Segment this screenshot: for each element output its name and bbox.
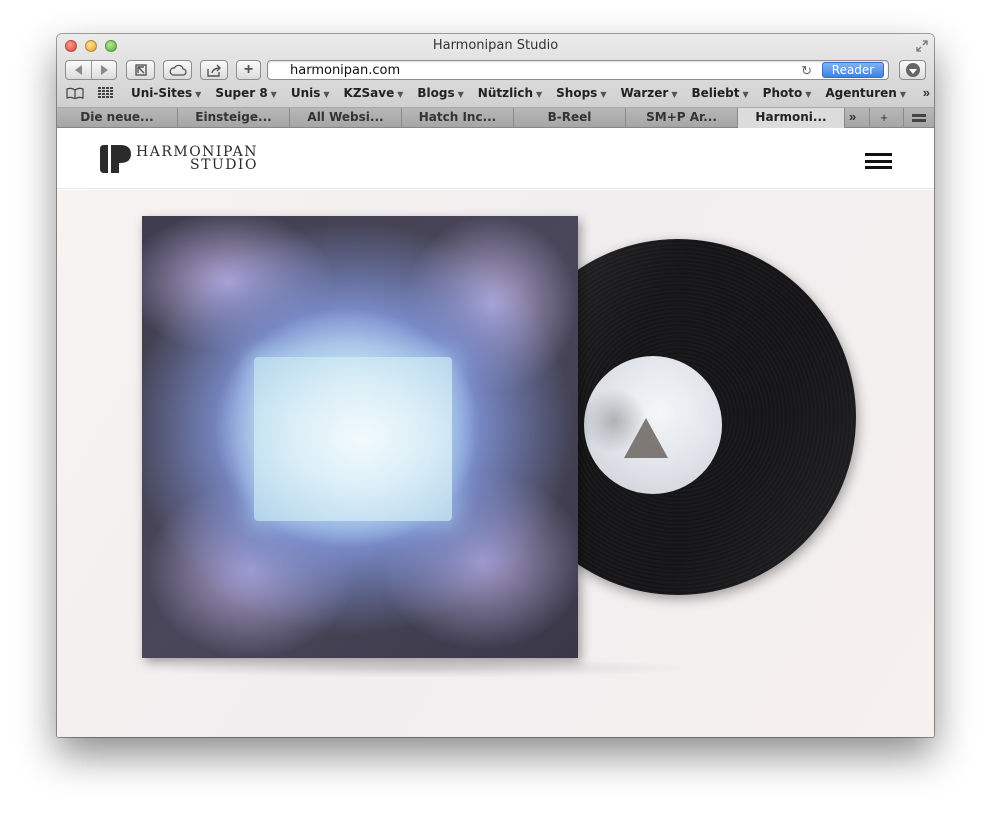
tab[interactable]: Hatch Inc... <box>402 108 514 128</box>
web-page: HARMONIPAN STUDIO <box>57 129 934 737</box>
download-icon <box>905 63 920 77</box>
hamburger-menu-icon[interactable] <box>865 153 892 169</box>
bookmark-folder[interactable]: KZSave ▼ <box>344 86 404 100</box>
logo-wordmark: HARMONIPAN STUDIO <box>136 145 258 173</box>
dropdown-caret-icon: ▼ <box>805 90 812 99</box>
icloud-tabs-button[interactable] <box>163 60 192 80</box>
fullscreen-icon[interactable] <box>916 40 928 52</box>
bookmarks-bar: Uni-Sites ▼ Super 8 ▼ Unis ▼ KZSave ▼ Blogs ▼… <box>57 84 934 104</box>
share-icon <box>207 64 221 77</box>
window-title: Harmonipan Studio <box>432 38 559 53</box>
dropdown-caret-icon: ▼ <box>600 90 607 99</box>
bookmarks-overflow-icon[interactable]: » <box>923 85 930 100</box>
tab[interactable]: SM+P Ar... <box>626 108 738 128</box>
tabs-overflow-icon[interactable]: » <box>849 109 856 124</box>
tab-active[interactable]: Harmoni... <box>738 108 845 128</box>
record-label <box>584 356 722 494</box>
hero-floor-shadow <box>137 658 697 678</box>
share-button[interactable] <box>200 60 228 80</box>
dropdown-caret-icon: ▼ <box>270 90 277 99</box>
dropdown-caret-icon: ▼ <box>397 90 404 99</box>
harmonipan-logo-icon <box>100 145 131 173</box>
show-all-bookmarks-icon[interactable] <box>98 87 114 99</box>
bookmark-folder[interactable]: Photo ▼ <box>763 86 812 100</box>
bookmark-folder[interactable]: Warzer ▼ <box>620 86 677 100</box>
new-tab-button[interactable]: + <box>236 60 261 80</box>
url-text[interactable]: harmonipan.com <box>290 63 400 78</box>
dropdown-caret-icon: ▼ <box>457 90 464 99</box>
bookmark-list: Uni-Sites ▼ Super 8 ▼ Unis ▼ KZSave ▼ Blogs ▼… <box>131 86 920 100</box>
bookmark-folder[interactable]: Uni-Sites ▼ <box>131 86 201 100</box>
top-sites-icon <box>134 64 147 76</box>
bookmark-folder[interactable]: Nützlich ▼ <box>478 86 542 100</box>
album-sleeve <box>142 216 578 658</box>
downloads-button[interactable] <box>899 60 926 80</box>
tab-list-button[interactable] <box>903 108 934 127</box>
forward-button[interactable] <box>91 61 116 79</box>
reader-button[interactable]: Reader <box>822 62 884 78</box>
site-header: HARMONIPAN STUDIO <box>57 129 934 189</box>
tab-list-icon <box>912 113 926 122</box>
tab[interactable]: Die neue... <box>57 108 178 128</box>
reload-icon[interactable]: ↻ <box>801 63 812 79</box>
add-tab-button[interactable]: + <box>869 108 898 127</box>
bookmark-folder[interactable]: Blogs ▼ <box>417 86 463 100</box>
back-button[interactable] <box>66 61 91 79</box>
dropdown-caret-icon: ▼ <box>742 90 749 99</box>
hero-image <box>57 190 934 737</box>
browser-toolbar: Harmonipan Studio + harmonipan.com ↻ Rea… <box>57 34 934 108</box>
cloud-icon <box>169 64 187 76</box>
reading-list-icon[interactable] <box>66 87 84 99</box>
back-forward-buttons <box>65 60 117 80</box>
site-logo[interactable]: HARMONIPAN STUDIO <box>100 145 258 173</box>
bookmark-folder[interactable]: Super 8 ▼ <box>215 86 277 100</box>
logo-line-2: STUDIO <box>189 157 258 173</box>
bookmark-folder[interactable]: Beliebt ▼ <box>692 86 749 100</box>
tab[interactable]: All Websi... <box>290 108 402 128</box>
tab-bar: Die neue... Einsteige... All Websi... Ha… <box>57 108 934 128</box>
top-sites-button[interactable] <box>126 60 155 80</box>
dropdown-caret-icon: ▼ <box>899 90 906 99</box>
back-arrow-icon <box>75 65 82 75</box>
album-art-center <box>254 357 452 521</box>
browser-window: Harmonipan Studio + harmonipan.com ↻ Rea… <box>57 34 934 737</box>
dropdown-caret-icon: ▼ <box>536 90 543 99</box>
bookmark-folder[interactable]: Shops ▼ <box>556 86 606 100</box>
dropdown-caret-icon: ▼ <box>195 90 202 99</box>
bookmark-folder[interactable]: Unis ▼ <box>291 86 330 100</box>
tab[interactable]: Einsteige... <box>178 108 290 128</box>
tab[interactable]: B-Reel <box>514 108 626 128</box>
dropdown-caret-icon: ▼ <box>323 90 330 99</box>
dropdown-caret-icon: ▼ <box>671 90 678 99</box>
forward-arrow-icon <box>100 65 108 75</box>
bookmark-folder[interactable]: Agenturen ▼ <box>825 86 906 100</box>
address-bar[interactable]: harmonipan.com ↻ Reader <box>267 60 889 80</box>
